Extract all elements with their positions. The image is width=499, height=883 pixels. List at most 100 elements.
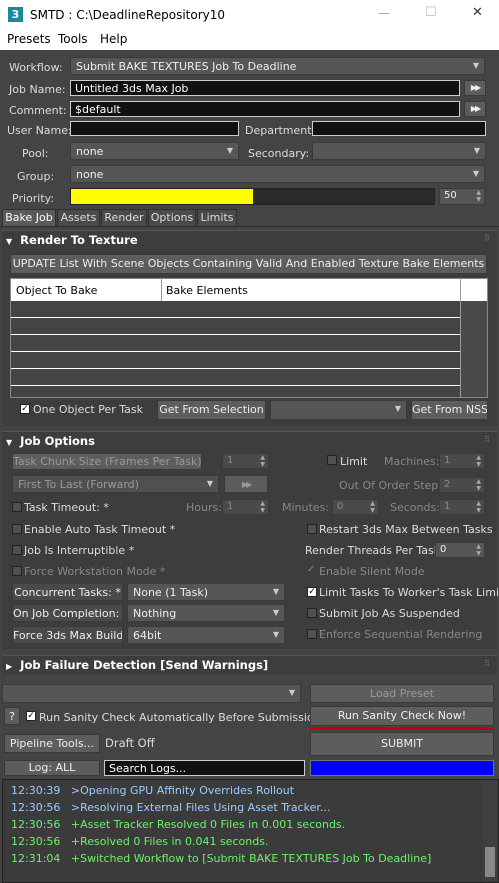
interruptible-label: Job Is Interruptible * — [24, 544, 135, 557]
interruptible-checkbox[interactable] — [12, 545, 22, 555]
app-icon: 3 — [8, 7, 23, 22]
limit-worker-checkbox[interactable]: ✓ — [307, 587, 317, 597]
sequential-checkbox[interactable] — [307, 629, 317, 639]
limit-checkbox[interactable] — [327, 455, 337, 465]
on-completion-dropdown[interactable]: Nothing ▼ — [127, 604, 285, 622]
update-list-button[interactable]: UPDATE List With Scene Objects Containin… — [10, 254, 487, 274]
sanity-auto-checkbox[interactable]: ✓ — [26, 711, 36, 721]
render-to-texture-title: Render To Texture — [20, 233, 138, 247]
machines-label: Machines: — [384, 455, 440, 468]
log-message: >Opening GPU Affinity Overrides Rollout — [70, 784, 295, 797]
hours-spinner[interactable]: 1 ▲ ▼ — [222, 499, 269, 515]
tab-bake-job[interactable]: Bake Job — [2, 209, 56, 227]
submit-button[interactable]: SUBMIT — [310, 732, 494, 756]
workflow-value: Submit BAKE TEXTURES Job To Deadline — [76, 60, 297, 73]
chunk-size-spinner[interactable]: 1 ▲ ▼ — [222, 453, 269, 469]
concurrent-tasks-dropdown[interactable]: None (1 Task) ▼ — [127, 583, 285, 601]
scrollbar-thumb[interactable] — [485, 847, 495, 877]
minutes-label: Minutes: — [282, 501, 330, 514]
priority-slider[interactable] — [70, 188, 435, 205]
priority-spinner[interactable]: 50 ▲ ▼ — [439, 188, 485, 205]
force-build-dropdown[interactable]: 64bit ▼ — [127, 626, 285, 644]
pipeline-tools-button[interactable]: Pipeline Tools... — [4, 734, 100, 753]
chevron-down-icon: ▼ — [272, 587, 279, 596]
machines-spinner[interactable]: 1 ▲ ▼ — [439, 453, 485, 469]
load-preset-button[interactable]: Load Preset — [310, 684, 494, 703]
spinner-arrows-icon: ▲ ▼ — [476, 189, 481, 203]
force-workstation-checkbox[interactable] — [12, 566, 22, 576]
concurrent-tasks-label: Concurrent Tasks: * — [12, 583, 123, 601]
workflow-dropdown[interactable]: Submit BAKE TEXTURES Job To Deadline ▼ — [70, 57, 485, 75]
grip-icon: ⠿ — [484, 435, 490, 444]
log-time: 12:30:39 — [11, 784, 61, 797]
seconds-spinner[interactable]: 1 ▲ ▼ — [439, 499, 485, 515]
priority-fill — [71, 189, 253, 204]
frame-order-dropdown[interactable]: First To Last (Forward) ▼ — [12, 475, 219, 493]
col-header-elements[interactable]: Bake Elements — [166, 284, 248, 297]
minimize-icon[interactable]: — — [378, 6, 390, 20]
render-threads-spinner[interactable]: 0 ▲ ▼ — [435, 542, 485, 558]
one-object-checkbox[interactable]: ✓ — [20, 404, 30, 414]
draft-status: Draft Off — [105, 736, 155, 750]
comment-arrows-button[interactable]: ▶▶ — [464, 101, 486, 117]
log-scrollbar[interactable] — [483, 781, 497, 881]
failure-detection-header[interactable]: ▶ Job Failure Detection [Send Warnings] — [6, 658, 268, 672]
tab-render[interactable]: Render — [101, 209, 147, 227]
search-logs-input[interactable]: Search Logs... — [104, 760, 305, 776]
tab-limits[interactable]: Limits — [197, 209, 237, 227]
username-field[interactable] — [70, 121, 239, 136]
menu-bar: Presets Tools Help — [0, 30, 499, 50]
log-panel[interactable]: 12:30:39 >Opening GPU Affinity Overrides… — [2, 779, 499, 883]
log-time: 12:31:04 — [11, 852, 61, 865]
menu-presets[interactable]: Presets — [7, 32, 51, 46]
log-time: 12:30:56 — [11, 835, 61, 848]
preset-dropdown[interactable]: ▼ — [2, 684, 301, 703]
comment-field[interactable]: $default — [70, 101, 460, 117]
seconds-label: Seconds: — [390, 501, 440, 514]
spinner-arrows-icon: ▲ ▼ — [260, 454, 265, 468]
render-to-texture-header[interactable]: ▼ Render To Texture — [6, 233, 138, 247]
jobname-arrows-button[interactable]: ▶▶ — [464, 80, 486, 96]
grip-icon: ⠿ — [484, 659, 490, 668]
sanity-check-now-button[interactable]: Run Sanity Check Now! — [310, 706, 494, 726]
menu-help[interactable]: Help — [100, 32, 127, 46]
log-filter-button[interactable]: Log: ALL — [4, 760, 100, 776]
order-arrows-button[interactable]: ▶▶ — [224, 475, 268, 493]
selection-set-dropdown[interactable]: ▼ — [270, 400, 407, 420]
secondary-dropdown[interactable]: ▼ — [312, 142, 486, 160]
auto-timeout-checkbox[interactable] — [12, 524, 22, 534]
department-field[interactable] — [312, 121, 486, 136]
spinner-arrows-icon: ▲ ▼ — [260, 500, 265, 514]
col-header-object[interactable]: Object To Bake — [16, 284, 97, 297]
chevron-down-icon: ▼ — [206, 479, 213, 488]
chevron-down-icon: ▼ — [473, 146, 480, 155]
restart-max-checkbox[interactable] — [307, 524, 317, 534]
suspended-checkbox[interactable] — [307, 608, 317, 618]
menu-tools[interactable]: Tools — [58, 32, 88, 46]
group-dropdown[interactable]: none ▼ — [70, 165, 485, 183]
tab-options[interactable]: Options — [148, 209, 196, 227]
maximize-icon[interactable]: ☐ — [425, 5, 437, 20]
task-timeout-checkbox[interactable] — [12, 502, 22, 512]
log-time: 12:30:56 — [11, 801, 61, 814]
job-options-header[interactable]: ▼ Job Options — [6, 434, 95, 448]
chevron-down-icon: ▼ — [394, 404, 401, 413]
help-button[interactable]: ? — [4, 707, 20, 725]
spinner-arrows-icon: ▲ ▼ — [370, 500, 375, 514]
minutes-spinner[interactable]: 0 ▲ ▼ — [332, 499, 379, 515]
jobname-label: Job Name: — [9, 83, 66, 96]
hours-label: Hours: — [186, 501, 222, 514]
log-row: 12:30:56 +Asset Tracker Resolved 0 Files… — [11, 818, 345, 831]
expand-arrow-icon: ▶ — [6, 662, 13, 671]
get-from-selection-button[interactable]: Get From Selection — [157, 400, 266, 420]
out-of-order-spinner[interactable]: 2 ▲ ▼ — [439, 477, 485, 493]
log-row: 12:30:56 +Resolved 0 Files in 0.041 seco… — [11, 835, 268, 848]
close-icon[interactable]: ✕ — [472, 5, 483, 20]
pool-dropdown[interactable]: none ▼ — [70, 142, 239, 160]
jobname-field[interactable]: Untitled 3ds Max Job — [70, 80, 460, 96]
chunk-size-label: Task Chunk Size (Frames Per Task): — [12, 453, 202, 470]
chevron-down-icon: ▼ — [472, 169, 479, 178]
get-from-nss-button[interactable]: Get From NSS — [411, 400, 488, 420]
title-bar: 3 SMTD : C:\DeadlineRepository10 — ☐ ✕ — [0, 0, 499, 30]
tab-assets[interactable]: Assets — [57, 209, 100, 227]
